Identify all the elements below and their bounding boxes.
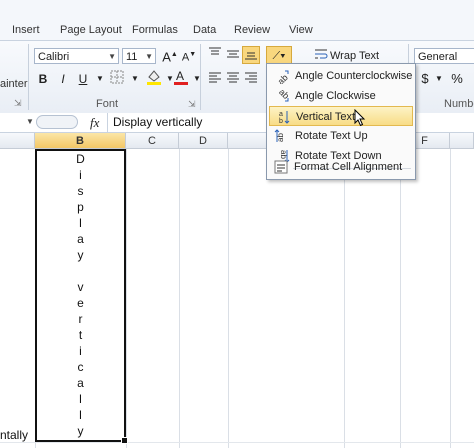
- tab-insert[interactable]: Insert: [12, 24, 40, 36]
- cell-char: c: [77, 360, 84, 374]
- cell-char: t: [78, 328, 83, 342]
- cell-b-vertical-text[interactable]: D i s p l a y v e r t i c a l l y: [35, 149, 128, 444]
- gridline: [0, 442, 474, 443]
- cell-char: s: [77, 184, 84, 198]
- formula-bar-resize-handle[interactable]: [36, 115, 78, 129]
- chevron-down-icon[interactable]: ▼: [430, 70, 448, 88]
- chevron-down-icon[interactable]: ▼: [188, 70, 206, 88]
- cell-char: l: [79, 408, 82, 422]
- tab-review[interactable]: Review: [234, 24, 270, 36]
- cell-char: v: [77, 280, 84, 294]
- chevron-down-icon[interactable]: ▼: [91, 70, 109, 88]
- tab-view[interactable]: View: [289, 24, 313, 36]
- column-header-g[interactable]: [450, 133, 474, 149]
- number-group-label: Numbe: [444, 98, 474, 110]
- font-size-value: 11: [126, 51, 138, 63]
- align-right-icon[interactable]: [242, 70, 260, 88]
- gridline: [344, 149, 345, 448]
- chevron-down-icon: ▼: [145, 52, 153, 61]
- font-size-combo[interactable]: 11 ▼: [122, 48, 156, 64]
- column-header-c[interactable]: C: [126, 133, 179, 149]
- column-header-a[interactable]: [0, 133, 35, 149]
- menu-item-label: Angle Clockwise: [295, 90, 376, 102]
- middle-align-icon[interactable]: [224, 46, 242, 64]
- cell-char: i: [79, 168, 82, 182]
- rotate-text-up-icon: ab: [274, 128, 290, 144]
- column-header-b[interactable]: B: [35, 133, 126, 149]
- gridline: [179, 149, 180, 448]
- cell-a-text[interactable]: ntally: [0, 428, 28, 442]
- percent-button[interactable]: %: [448, 70, 466, 88]
- font-name-value: Calibri: [38, 51, 70, 63]
- number-format-value: General: [418, 51, 458, 63]
- orientation-button[interactable]: ⟋▾: [266, 46, 292, 64]
- svg-text:ab: ab: [276, 72, 290, 84]
- group-separator: [200, 44, 201, 110]
- menu-item-rotate-text-up[interactable]: ab Rotate Text Up: [269, 126, 413, 146]
- gridline: [450, 149, 451, 448]
- bold-button[interactable]: B: [34, 70, 52, 88]
- align-center-icon[interactable]: [224, 70, 242, 88]
- font-group-label: Font: [96, 98, 119, 110]
- menu-item-label: Format Cell Alignment: [294, 161, 403, 173]
- ribbon-tab-bar: Insert Page Layout Formulas Data Review …: [0, 0, 474, 41]
- format-cell-alignment-icon: [273, 159, 289, 175]
- menu-item-label: Rotate Text Up: [295, 130, 368, 142]
- angle-clockwise-icon: ab: [274, 87, 291, 104]
- gridline: [228, 149, 229, 448]
- cell-char: y: [77, 248, 84, 262]
- format-painter-label[interactable]: ainter: [0, 78, 28, 90]
- cell-char: l: [79, 216, 82, 230]
- wrap-text-button[interactable]: Wrap Text: [330, 50, 379, 62]
- cell-char: y: [77, 424, 84, 438]
- tab-page-layout[interactable]: Page Layout: [60, 24, 122, 36]
- underline-button[interactable]: U: [74, 70, 92, 88]
- vertical-text-icon: ab: [275, 109, 291, 125]
- italic-button[interactable]: I: [54, 70, 72, 88]
- svg-text:b: b: [279, 118, 283, 125]
- svg-text:A: A: [176, 69, 184, 83]
- menu-item-label: Vertical Text: [296, 111, 356, 123]
- gridline: [400, 149, 401, 448]
- svg-text:a: a: [279, 111, 283, 118]
- borders-icon[interactable]: [108, 70, 126, 88]
- chevron-down-icon: ▼: [108, 52, 116, 61]
- chevron-down-icon[interactable]: ▼: [126, 70, 144, 88]
- tab-data[interactable]: Data: [193, 24, 216, 36]
- menu-item-vertical-text[interactable]: ab Vertical Text: [269, 106, 413, 127]
- font-launcher-icon[interactable]: ⇲: [188, 99, 196, 110]
- formula-input[interactable]: Display vertically: [113, 115, 202, 129]
- cell-char: e: [77, 296, 84, 310]
- fill-handle[interactable]: [121, 437, 128, 444]
- menu-item-label: Angle Counterclockwise: [295, 70, 413, 82]
- number-format-combo[interactable]: General: [414, 48, 474, 64]
- top-align-icon[interactable]: [206, 46, 224, 64]
- group-separator: [28, 44, 29, 110]
- angle-counterclockwise-icon: ab: [274, 68, 290, 87]
- cell-char: r: [78, 312, 83, 326]
- cell-char: l: [79, 392, 82, 406]
- cell-char: D: [76, 152, 85, 166]
- bottom-align-icon[interactable]: [242, 46, 260, 64]
- menu-item-angle-counterclockwise[interactable]: ab Angle Counterclockwise: [269, 66, 413, 87]
- font-name-combo[interactable]: Calibri ▼: [34, 48, 119, 64]
- cell-char: a: [77, 376, 84, 390]
- clipboard-launcher-icon[interactable]: ⇲: [14, 98, 22, 109]
- align-left-icon[interactable]: [206, 70, 224, 88]
- gridline: [126, 149, 127, 448]
- cell-char: a: [77, 232, 84, 246]
- insert-function-button[interactable]: fx: [90, 115, 99, 131]
- menu-item-angle-clockwise[interactable]: ab Angle Clockwise: [269, 86, 413, 106]
- shrink-font-icon[interactable]: A▼: [180, 46, 198, 64]
- cell-char: i: [79, 344, 82, 358]
- grow-font-icon[interactable]: A▲: [161, 46, 179, 64]
- formula-bar-divider: [107, 113, 108, 132]
- column-header-d[interactable]: D: [179, 133, 228, 149]
- chevron-down-icon[interactable]: ▼: [26, 117, 34, 126]
- tab-formulas[interactable]: Formulas: [132, 24, 178, 36]
- cell-char: p: [77, 200, 84, 214]
- menu-item-format-cell-alignment[interactable]: Format Cell Alignment: [268, 157, 412, 177]
